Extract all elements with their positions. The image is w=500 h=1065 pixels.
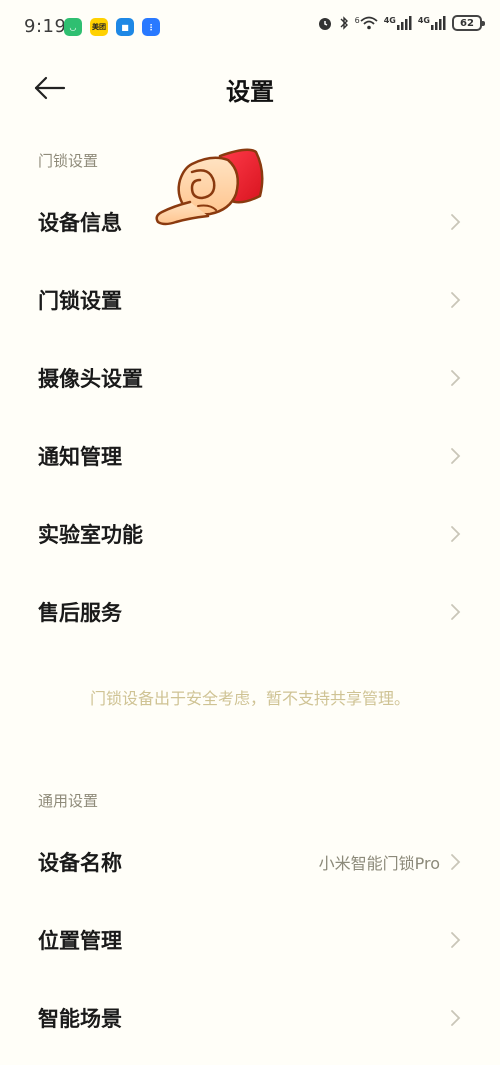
status-time: 9:19 (24, 16, 67, 37)
row-label: 门锁设置 (38, 289, 122, 313)
row-device-name[interactable]: 设备名称 小米智能门锁Pro (0, 823, 500, 901)
header: 设置 (0, 60, 500, 116)
section-header-general-settings: 通用设置 (38, 792, 99, 810)
wifi-icon (360, 16, 378, 30)
chevron-right-icon (451, 932, 461, 948)
bluetooth-icon (340, 16, 348, 30)
mijia-icon: ◡ (64, 18, 82, 36)
chevron-right-icon (451, 292, 461, 308)
robot-app-icon: ■ (116, 18, 134, 36)
chevron-right-icon (451, 526, 461, 542)
voice-app-icon: ⋮ (142, 18, 160, 36)
row-label: 位置管理 (38, 929, 122, 953)
row-after-sales-service[interactable]: 售后服务 (0, 573, 500, 651)
chevron-right-icon (451, 854, 461, 870)
meituan-icon: 美团 (90, 18, 108, 36)
row-label: 设备名称 (38, 851, 122, 875)
row-label: 设备信息 (38, 211, 122, 235)
page-title: 设置 (226, 78, 274, 106)
alarm-icon (318, 18, 331, 30)
chevron-right-icon (451, 448, 461, 464)
status-indicators: 6 4G 4G 62 (317, 15, 485, 31)
row-smart-scenes[interactable]: 智能场景 (0, 979, 500, 1057)
row-label: 智能场景 (38, 1007, 122, 1031)
row-label: 摄像头设置 (38, 367, 143, 391)
row-lab-features[interactable]: 实验室功能 (0, 495, 500, 573)
row-label: 售后服务 (38, 601, 122, 625)
signal-indicator-1: 4G (384, 16, 412, 30)
pointing-hand-icon (155, 148, 264, 226)
chevron-right-icon (451, 1010, 461, 1026)
device-name-value: 小米智能门锁Pro (318, 854, 440, 873)
status-bar: 9:19 ◡ 美团 ■ ⋮ 6 4G 4G 62 (0, 0, 500, 52)
chevron-right-icon (451, 604, 461, 620)
row-label: 通知管理 (38, 445, 122, 469)
network-type-1: 4G (383, 16, 396, 25)
signal-indicator-2: 4G (418, 16, 446, 30)
sharing-notice: 门锁设备出于安全考虑，暂不支持共享管理。 (89, 689, 410, 708)
network-type-2: 4G (417, 16, 430, 25)
signal-icon (396, 16, 412, 30)
battery-icon: 62 (452, 15, 485, 31)
row-notification-management[interactable]: 通知管理 (0, 417, 500, 495)
chevron-right-icon (451, 214, 461, 230)
row-label: 实验室功能 (38, 523, 143, 547)
wifi-indicator: 6 (355, 16, 378, 30)
row-lock-settings[interactable]: 门锁设置 (0, 261, 500, 339)
row-location-management[interactable]: 位置管理 (0, 901, 500, 979)
signal-icon (431, 16, 446, 30)
chevron-right-icon (451, 370, 461, 386)
row-camera-settings[interactable]: 摄像头设置 (0, 339, 500, 417)
status-app-icons: ◡ 美团 ■ ⋮ (64, 18, 160, 36)
section-header-lock-settings: 门锁设置 (38, 152, 99, 170)
